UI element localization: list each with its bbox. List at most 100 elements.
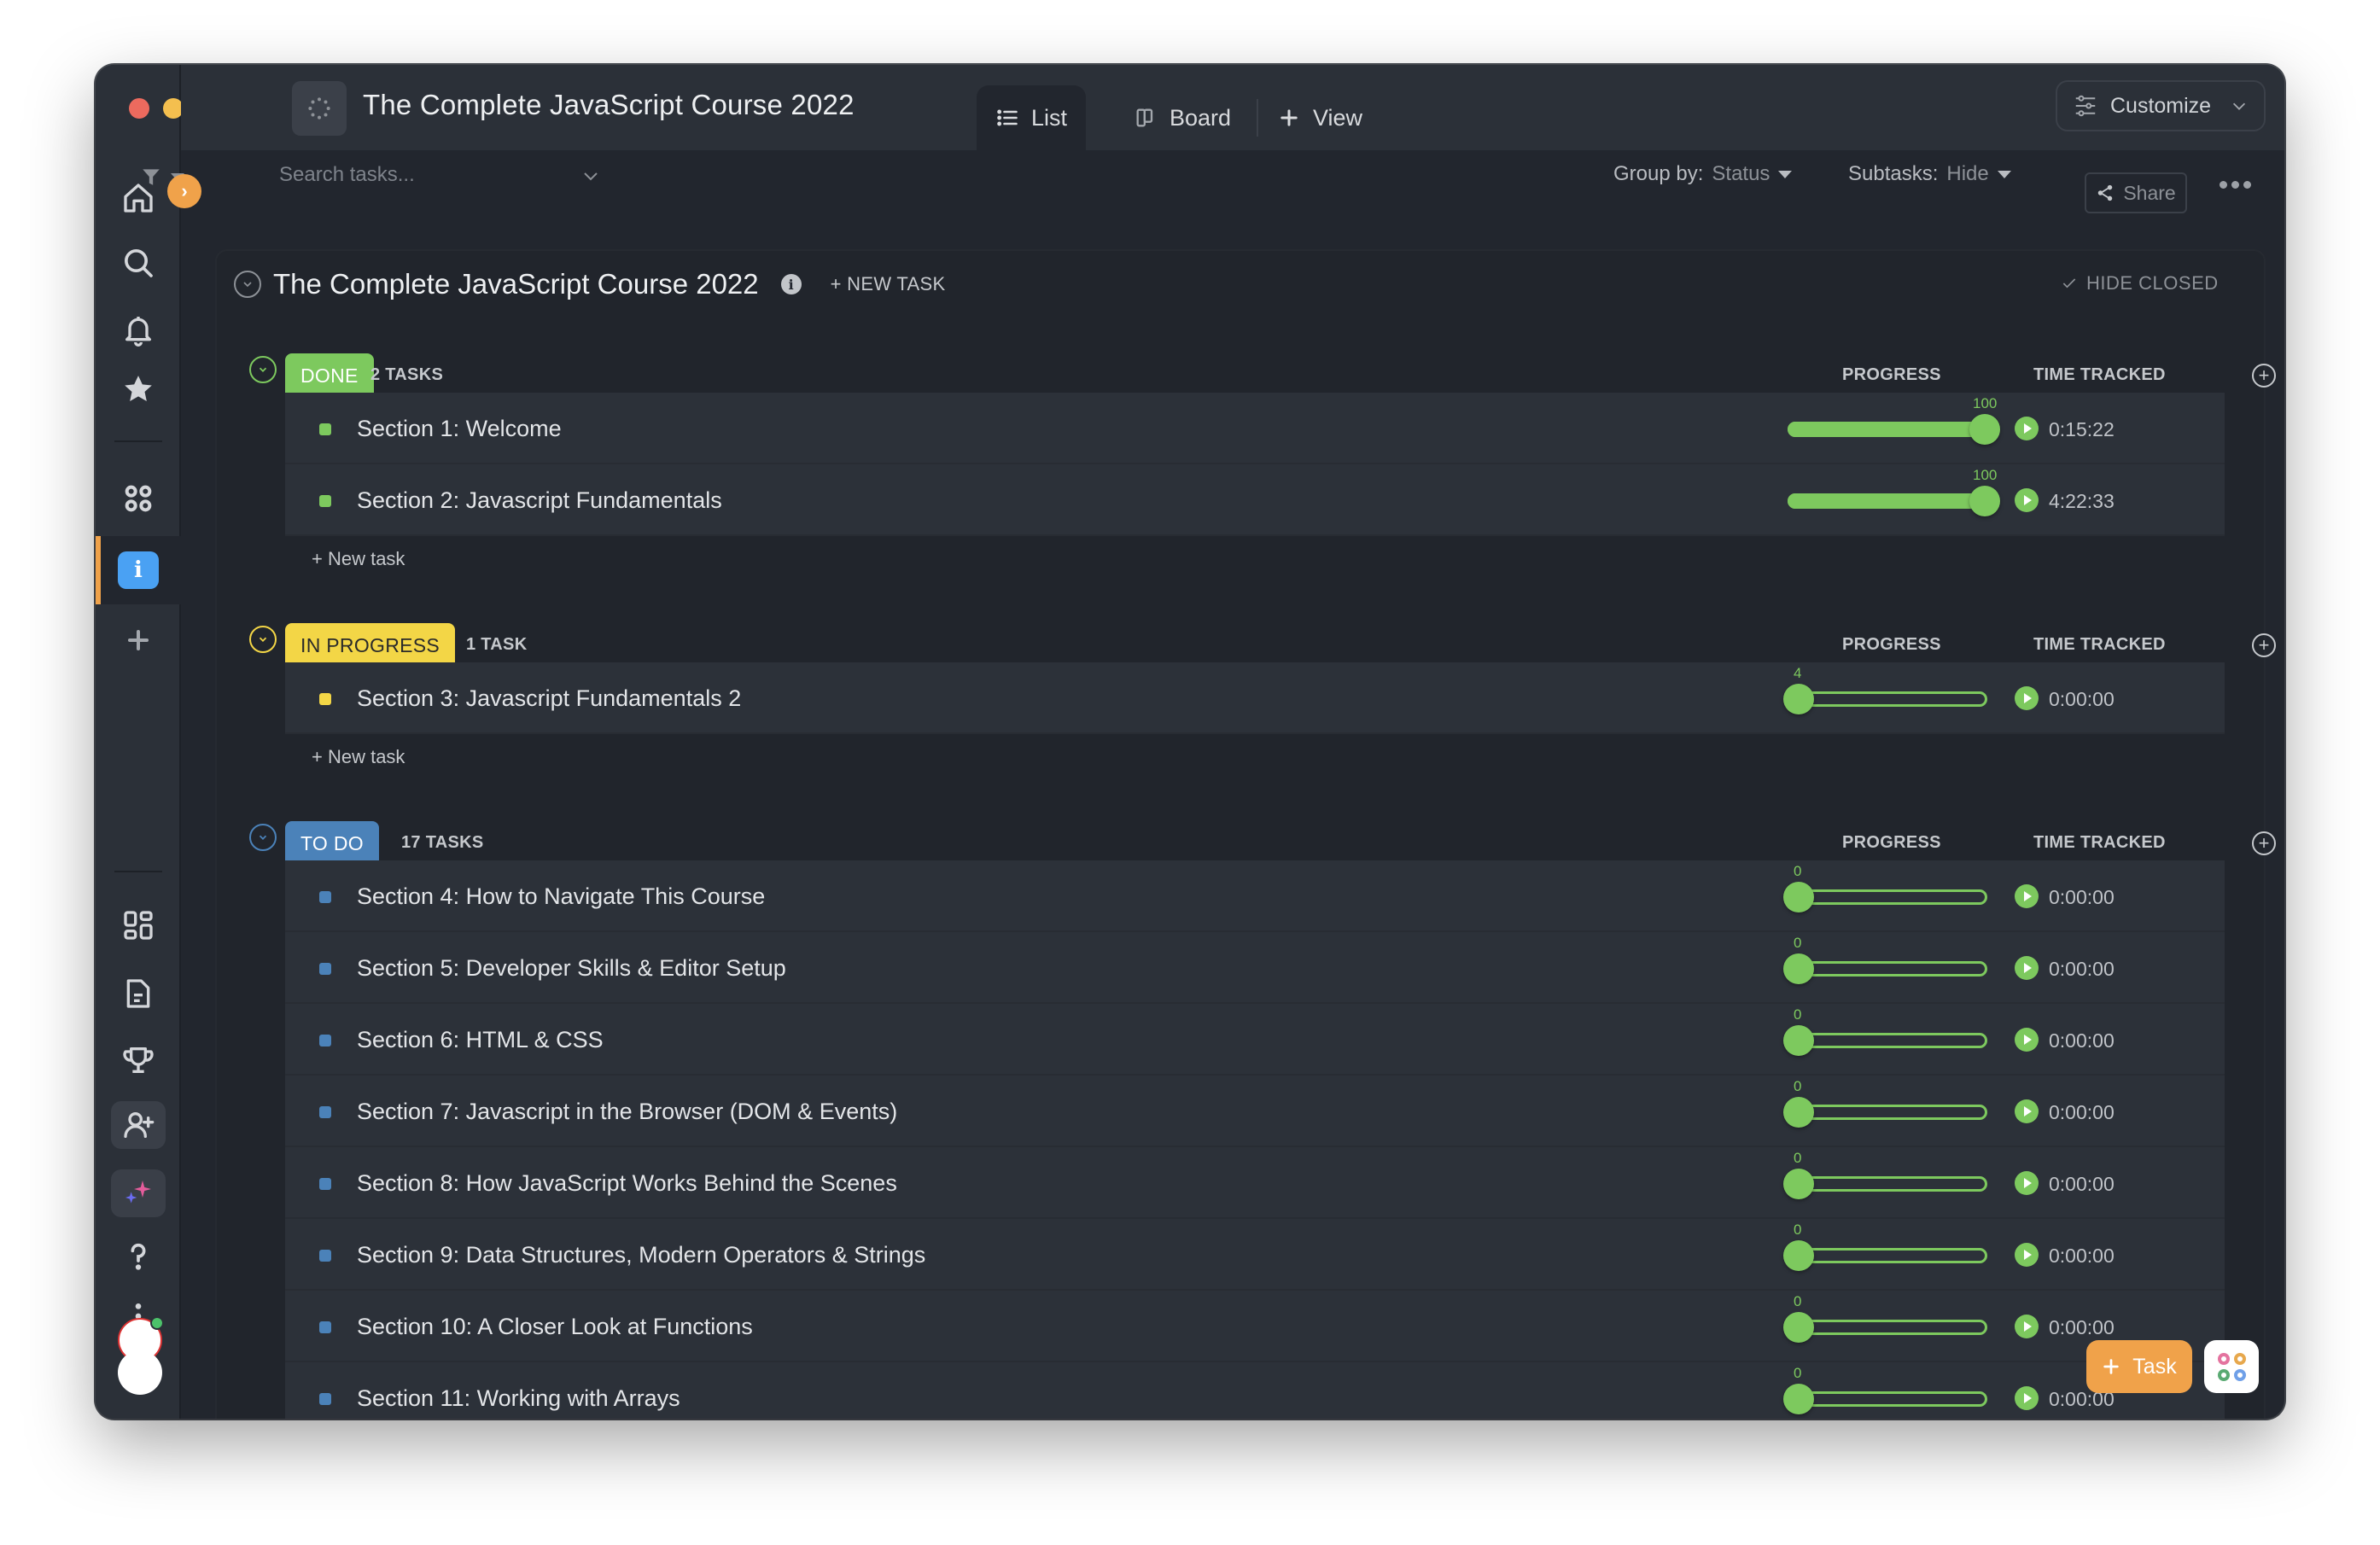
- status-badge[interactable]: IN PROGRESS: [285, 623, 456, 662]
- task-name[interactable]: Section 3: Javascript Fundamentals 2: [357, 685, 741, 712]
- task-name[interactable]: Section 11: Working with Arrays: [357, 1385, 680, 1412]
- task-name[interactable]: Section 7: Javascript in the Browser (DO…: [357, 1099, 897, 1125]
- start-timer-button[interactable]: [2015, 1315, 2039, 1338]
- progress-bar[interactable]: 100: [1788, 467, 2000, 516]
- progress-bar[interactable]: 0: [1783, 1221, 1987, 1271]
- status-badge[interactable]: DONE: [285, 353, 374, 393]
- collapse-group-button[interactable]: [249, 626, 277, 653]
- task-status-dot[interactable]: [319, 891, 331, 903]
- task-status-dot[interactable]: [319, 963, 331, 975]
- hide-closed-toggle[interactable]: HIDE CLOSED: [2061, 272, 2219, 294]
- start-timer-button[interactable]: [2015, 956, 2039, 980]
- task-name[interactable]: Section 9: Data Structures, Modern Opera…: [357, 1242, 925, 1268]
- task-status-dot[interactable]: [319, 693, 331, 705]
- column-header-progress[interactable]: PROGRESS: [1842, 635, 1941, 655]
- expand-sidebar-button[interactable]: ›: [167, 174, 201, 208]
- sidebar-item-help[interactable]: [111, 1233, 166, 1280]
- progress-handle[interactable]: [1783, 1384, 1814, 1414]
- sidebar-item-goals[interactable]: [111, 1036, 166, 1084]
- task-status-dot[interactable]: [319, 495, 331, 507]
- status-badge[interactable]: TO DO: [285, 821, 379, 860]
- task-name[interactable]: Section 6: HTML & CSS: [357, 1027, 604, 1053]
- workspace-avatar[interactable]: [118, 1350, 162, 1395]
- column-header-time-tracked[interactable]: TIME TRACKED: [2033, 365, 2166, 385]
- list-info-icon[interactable]: i: [780, 274, 802, 294]
- task-status-dot[interactable]: [319, 1321, 331, 1333]
- task-status-dot[interactable]: [319, 1178, 331, 1190]
- add-task-fab[interactable]: Task: [2086, 1340, 2192, 1393]
- collapse-group-button[interactable]: [249, 356, 277, 383]
- info-icon[interactable]: i: [118, 551, 159, 589]
- start-timer-button[interactable]: [2015, 1099, 2039, 1123]
- task-name[interactable]: Section 4: How to Navigate This Course: [357, 883, 765, 910]
- add-column-button[interactable]: +: [2252, 364, 2276, 388]
- progress-bar[interactable]: 0: [1783, 935, 1987, 984]
- start-timer-button[interactable]: [2015, 686, 2039, 710]
- progress-handle[interactable]: [1969, 414, 2000, 445]
- progress-bar[interactable]: 0: [1783, 1078, 1987, 1128]
- progress-handle[interactable]: [1783, 953, 1814, 984]
- customize-button[interactable]: Customize: [2056, 80, 2266, 131]
- apps-button[interactable]: [2204, 1340, 2259, 1393]
- subtasks-dropdown[interactable]: Subtasks: Hide: [1848, 162, 2011, 186]
- add-column-button[interactable]: +: [2252, 633, 2276, 657]
- progress-bar[interactable]: 0: [1783, 1293, 1987, 1343]
- task-row[interactable]: Section 11: Working with Arrays 0 0:00:0…: [285, 1362, 2225, 1419]
- collapse-group-button[interactable]: [249, 824, 277, 851]
- progress-handle[interactable]: [1783, 1312, 1814, 1343]
- progress-handle[interactable]: [1783, 1169, 1814, 1199]
- progress-handle[interactable]: [1783, 1025, 1814, 1056]
- sidebar-item-invite[interactable]: [111, 1101, 166, 1149]
- task-name[interactable]: Section 5: Developer Skills & Editor Set…: [357, 955, 786, 982]
- sidebar-item-add[interactable]: [111, 616, 166, 664]
- progress-handle[interactable]: [1783, 882, 1814, 912]
- task-status-dot[interactable]: [319, 1106, 331, 1118]
- progress-handle[interactable]: [1783, 1240, 1814, 1271]
- column-header-time-tracked[interactable]: TIME TRACKED: [2033, 635, 2166, 655]
- add-column-button[interactable]: +: [2252, 831, 2276, 855]
- task-row[interactable]: Section 7: Javascript in the Browser (DO…: [285, 1076, 2225, 1147]
- more-options-button[interactable]: [2220, 181, 2251, 189]
- task-row[interactable]: Section 10: A Closer Look at Functions 0…: [285, 1291, 2225, 1362]
- sidebar-item-dashboards[interactable]: [111, 901, 166, 949]
- close-window-button[interactable]: [129, 98, 149, 119]
- progress-bar[interactable]: 0: [1783, 1150, 1987, 1199]
- start-timer-button[interactable]: [2015, 884, 2039, 908]
- start-timer-button[interactable]: [2015, 1386, 2039, 1410]
- task-row[interactable]: Section 3: Javascript Fundamentals 2 4 0…: [285, 662, 2225, 734]
- collapse-list-button[interactable]: [234, 271, 261, 298]
- column-header-time-tracked[interactable]: TIME TRACKED: [2033, 833, 2166, 853]
- task-row[interactable]: Section 2: Javascript Fundamentals 100 4…: [285, 464, 2225, 536]
- share-button[interactable]: Share: [2085, 172, 2187, 213]
- start-timer-button[interactable]: [2015, 488, 2039, 512]
- column-header-progress[interactable]: PROGRESS: [1842, 833, 1941, 853]
- sidebar-item-docs[interactable]: [111, 970, 166, 1017]
- start-timer-button[interactable]: [2015, 417, 2039, 440]
- search-input[interactable]: [279, 160, 604, 189]
- task-status-dot[interactable]: [319, 1035, 331, 1047]
- search-options-chevron-icon[interactable]: [580, 166, 601, 186]
- group-by-dropdown[interactable]: Group by: Status: [1613, 162, 1793, 186]
- start-timer-button[interactable]: [2015, 1028, 2039, 1052]
- add-view-button[interactable]: View: [1258, 85, 1381, 150]
- progress-bar[interactable]: 0: [1783, 1006, 1987, 1056]
- start-timer-button[interactable]: [2015, 1243, 2039, 1267]
- progress-bar[interactable]: 100: [1788, 395, 2000, 445]
- sidebar-item-notifications[interactable]: [111, 306, 166, 353]
- progress-bar[interactable]: 0: [1783, 1365, 1987, 1414]
- new-task-inline-button[interactable]: + New task: [312, 548, 405, 570]
- task-row[interactable]: Section 5: Developer Skills & Editor Set…: [285, 932, 2225, 1004]
- sidebar-item-ai[interactable]: [111, 1169, 166, 1217]
- progress-bar[interactable]: 0: [1783, 863, 1987, 912]
- column-header-progress[interactable]: PROGRESS: [1842, 365, 1941, 385]
- progress-handle[interactable]: [1783, 1097, 1814, 1128]
- sidebar-item-spaces[interactable]: [111, 475, 166, 522]
- task-row[interactable]: Section 4: How to Navigate This Course 0…: [285, 860, 2225, 932]
- task-status-dot[interactable]: [319, 423, 331, 435]
- start-timer-button[interactable]: [2015, 1171, 2039, 1195]
- task-status-dot[interactable]: [319, 1250, 331, 1262]
- task-row[interactable]: Section 1: Welcome 100 0:15:22: [285, 393, 2225, 464]
- progress-bar[interactable]: 4: [1783, 665, 1987, 714]
- task-name[interactable]: Section 10: A Closer Look at Functions: [357, 1314, 753, 1340]
- tab-list[interactable]: List: [977, 85, 1087, 150]
